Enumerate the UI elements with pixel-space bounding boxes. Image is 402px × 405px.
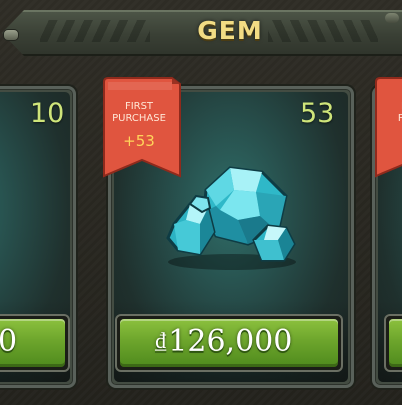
ribbon-bonus-value: +: [378, 132, 402, 150]
price-value: 126,000: [168, 324, 293, 359]
ribbon-bonus-value: +53: [123, 132, 155, 150]
first-purchase-ribbon: FIRST PURCH +: [374, 76, 402, 183]
dong-currency-icon: ₫: [155, 329, 167, 354]
buy-button[interactable]: 0: [0, 314, 70, 372]
gem-shop-screen: GEM 10 53 FIRST PURCHASE +53 FI: [0, 0, 402, 405]
gem-amount-label: 10: [30, 98, 65, 129]
price-label: 0: [0, 324, 18, 359]
header-bar: GEM: [0, 10, 402, 56]
ribbon-label-line2: PURCHASE: [112, 113, 166, 124]
gem-cluster-icon: [166, 166, 296, 270]
page-title: GEM: [197, 16, 263, 45]
ribbon-shape: [375, 77, 402, 178]
ribbon-label-line1: FIRST: [378, 101, 402, 113]
buy-button[interactable]: ₫126,000: [115, 314, 343, 372]
ribbon-label-line1: FIRST: [124, 101, 154, 112]
ribbon-label-line2: PURCH: [397, 113, 402, 124]
buy-button-face: [389, 319, 402, 367]
buy-button[interactable]: [384, 314, 402, 372]
price-label: ₫126,000: [155, 324, 292, 359]
gem-amount-label: 53: [300, 98, 335, 129]
